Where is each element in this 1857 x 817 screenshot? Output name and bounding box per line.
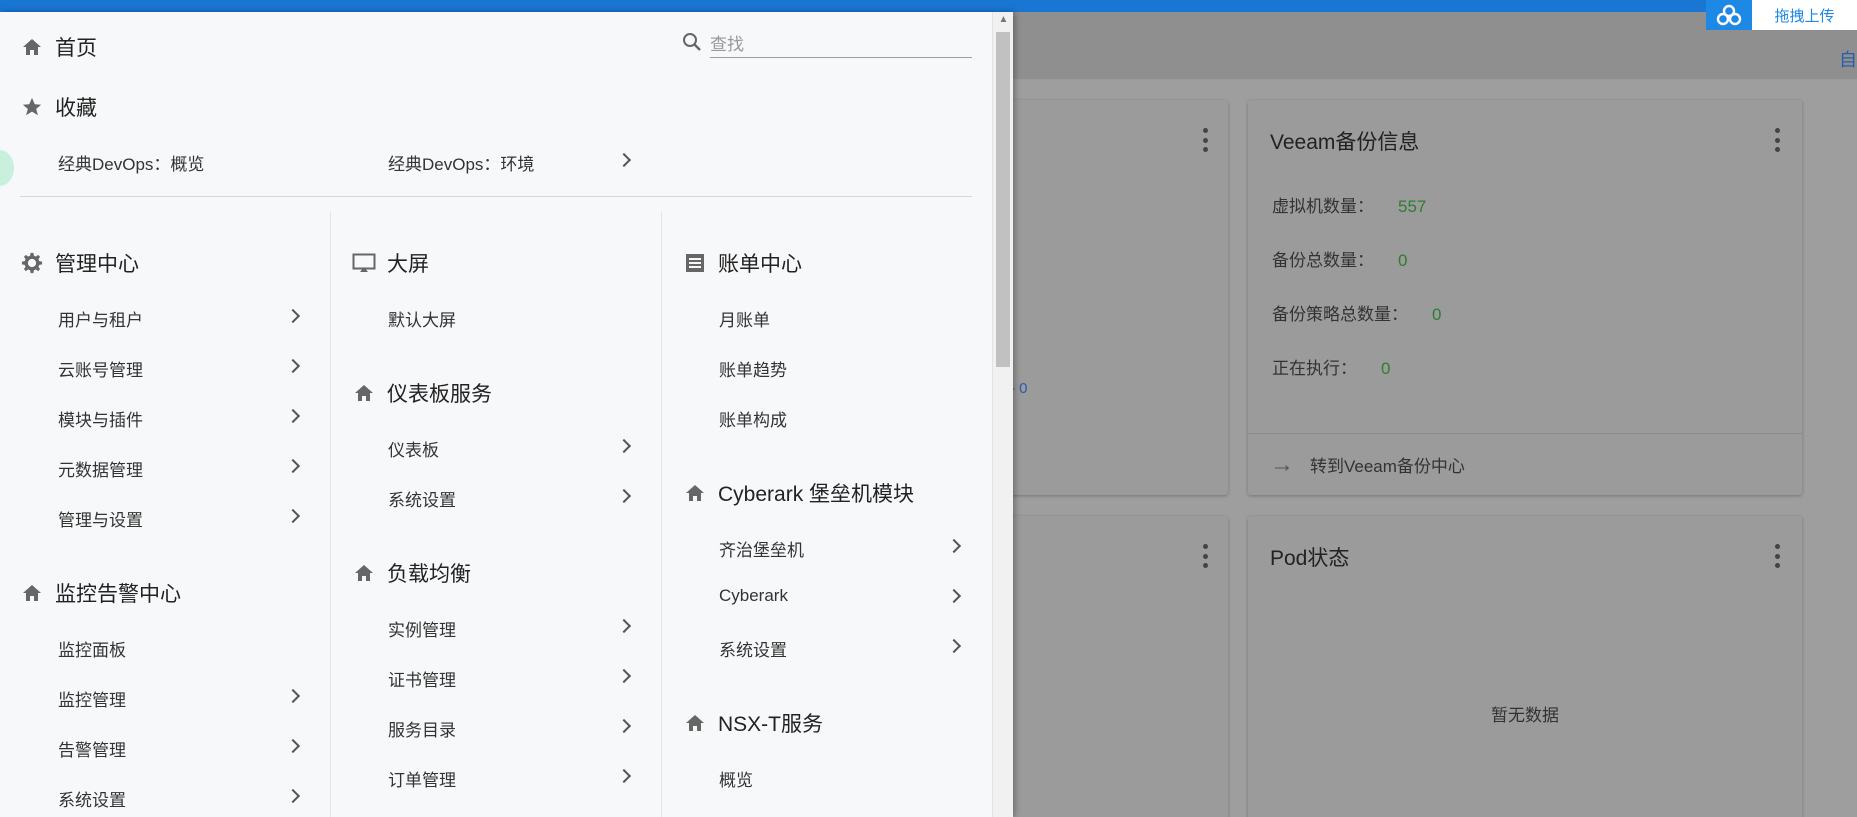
menu-item[interactable]: 系统设置: [719, 636, 787, 661]
divider: [20, 196, 972, 197]
stat-row: 虚拟机数量： 557: [1272, 192, 1426, 217]
menu-item[interactable]: 账单构成: [719, 406, 787, 431]
more-options-icon[interactable]: [1202, 544, 1208, 568]
footer-label: 转到Veeam备份中心: [1310, 457, 1465, 476]
section-nsx[interactable]: NSX-T服务: [683, 708, 823, 738]
menu-item[interactable]: 证书管理: [388, 666, 456, 691]
upload-widget[interactable]: 拖拽上传: [1706, 0, 1857, 30]
monitor-icon: [352, 251, 376, 275]
cloud-logo-icon: [1706, 0, 1752, 30]
section-bigscreen[interactable]: 大屏: [352, 248, 429, 278]
nav-home[interactable]: 首页: [20, 32, 97, 62]
favorite-item[interactable]: 经典DevOps：环境: [388, 150, 534, 175]
home-icon: [683, 481, 707, 505]
stat-row: 备份策略总数量： 0: [1272, 300, 1441, 325]
section-billing[interactable]: 账单中心: [683, 248, 802, 278]
menu-item[interactable]: 管理与设置: [58, 506, 143, 531]
section-load-balancer[interactable]: 负载均衡: [352, 558, 471, 588]
section-title: 仪表板服务: [387, 383, 492, 406]
receipt-icon: [683, 251, 707, 275]
star-icon: [20, 95, 44, 119]
home-icon: [352, 381, 376, 405]
stat-value: 0: [1432, 305, 1442, 324]
stat-row: 正在执行： 0: [1272, 354, 1390, 379]
section-title: NSX-T服务: [718, 713, 823, 736]
empty-state-text: 暂无数据: [1491, 706, 1559, 725]
upload-label[interactable]: 拖拽上传: [1752, 5, 1857, 26]
pod-status-card: Pod状态 暂无数据: [1248, 516, 1802, 817]
more-options-icon[interactable]: [1202, 128, 1208, 152]
menu-search: [682, 18, 972, 60]
scrollbar[interactable]: ▲: [992, 12, 1013, 817]
go-to-veeam-link[interactable]: → 转到Veeam备份中心: [1248, 433, 1802, 495]
veeam-backup-card: Veeam备份信息 虚拟机数量： 557 备份总数量： 0 备份策略总数量： 0 正在…: [1248, 100, 1802, 495]
section-title: 账单中心: [718, 253, 802, 276]
home-icon: [683, 711, 707, 735]
stat-value: 0: [1398, 251, 1408, 270]
menu-item[interactable]: 仪表板: [388, 436, 439, 461]
home-icon: [20, 581, 44, 605]
nav-favorites-label: 收藏: [55, 97, 97, 120]
section-monitor[interactable]: 监控告警中心: [20, 578, 181, 608]
section-cyberark[interactable]: Cyberark 堡垒机模块: [683, 478, 914, 508]
scroll-thumb[interactable]: [996, 32, 1010, 367]
navigation-drawer: [0, 12, 1013, 817]
section-admin[interactable]: 管理中心: [20, 248, 139, 278]
section-dashboard[interactable]: 仪表板服务: [352, 378, 492, 408]
top-bar: [0, 0, 1857, 12]
menu-item[interactable]: 告警管理: [58, 736, 126, 761]
menu-item[interactable]: 服务目录: [388, 716, 456, 741]
menu-item[interactable]: 概览: [719, 766, 753, 791]
stat-value: 557: [1398, 197, 1427, 216]
menu-item[interactable]: 监控面板: [58, 636, 126, 661]
stat-label: 虚拟机数量：: [1272, 197, 1374, 216]
more-options-icon[interactable]: [1774, 544, 1780, 568]
stat-label: 备份总数量：: [1272, 251, 1374, 270]
home-icon: [20, 35, 44, 59]
menu-item[interactable]: Cyberark: [719, 586, 788, 606]
section-title: 大屏: [387, 253, 429, 276]
section-title: 监控告警中心: [55, 583, 181, 606]
nav-favorites[interactable]: 收藏: [20, 92, 97, 122]
menu-item[interactable]: 默认大屏: [388, 306, 456, 331]
gear-icon: [20, 251, 44, 275]
section-title: Cyberark 堡垒机模块: [718, 483, 915, 506]
home-icon: [352, 561, 376, 585]
stat-row: 备份总数量： 0: [1272, 246, 1407, 271]
scroll-up-icon[interactable]: ▲: [993, 14, 1014, 28]
stat-label: 备份策略总数量：: [1272, 305, 1408, 324]
background-header-text[interactable]: 自: [1839, 46, 1857, 72]
menu-item[interactable]: 实例管理: [388, 616, 456, 641]
nav-home-label: 首页: [55, 37, 97, 60]
section-title: 管理中心: [55, 253, 139, 276]
menu-item[interactable]: 元数据管理: [58, 456, 143, 481]
card-title: Pod状态: [1270, 547, 1350, 570]
menu-item[interactable]: 齐治堡垒机: [719, 536, 804, 561]
more-options-icon[interactable]: [1774, 128, 1780, 152]
menu-item[interactable]: 监控管理: [58, 686, 126, 711]
arrow-right-icon: →: [1270, 450, 1294, 478]
menu-item[interactable]: 系统设置: [58, 786, 126, 811]
menu-item[interactable]: 用户与租户: [58, 306, 143, 331]
stat-label: 正在执行：: [1272, 359, 1357, 378]
stat-value: 0: [1381, 359, 1391, 378]
menu-item[interactable]: 订单管理: [388, 766, 456, 791]
search-input[interactable]: [710, 32, 972, 58]
menu-item[interactable]: 云账号管理: [58, 356, 143, 381]
menu-item[interactable]: 模块与插件: [58, 406, 143, 431]
search-icon: [683, 33, 701, 51]
menu-item[interactable]: 账单趋势: [719, 356, 787, 381]
menu-item[interactable]: 月账单: [719, 306, 770, 331]
column-divider: [661, 212, 662, 817]
card-title: Veeam备份信息: [1270, 131, 1420, 154]
menu-item[interactable]: 系统设置: [388, 486, 456, 511]
section-title: 负载均衡: [387, 563, 471, 586]
favorite-item[interactable]: 经典DevOps：概览: [58, 150, 204, 175]
column-divider: [330, 212, 331, 817]
